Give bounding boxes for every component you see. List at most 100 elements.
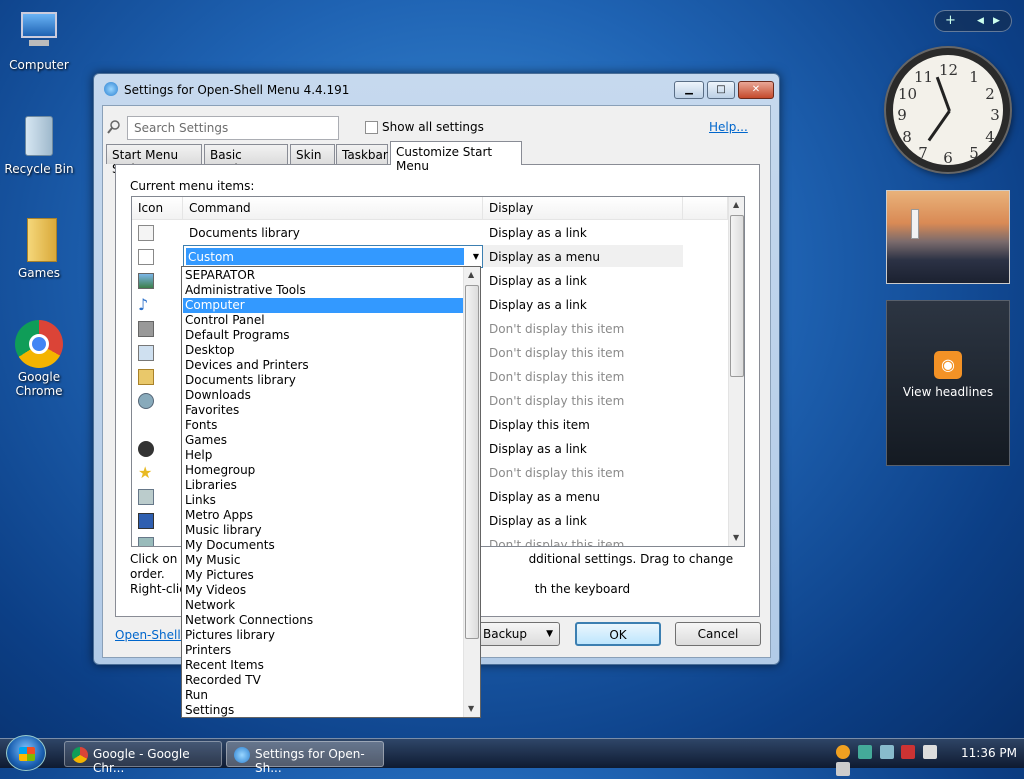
dropdown-option[interactable]: Computer xyxy=(183,298,463,313)
title-bar[interactable]: Settings for Open-Shell Menu 4.4.191 ▁ □… xyxy=(94,74,779,104)
ok-button[interactable]: OK xyxy=(575,622,661,646)
dropdown-option[interactable]: Games xyxy=(183,433,463,448)
search-icon xyxy=(107,120,120,134)
close-button[interactable]: ✕ xyxy=(738,81,774,99)
recycle-bin-icon xyxy=(15,112,63,160)
dropdown-option[interactable]: My Videos xyxy=(183,583,463,598)
dropdown-scroll-down-icon[interactable]: ▼ xyxy=(468,704,474,713)
dropdown-option[interactable]: Administrative Tools xyxy=(183,283,463,298)
action-center-icon[interactable] xyxy=(857,745,872,759)
dropdown-scroll-up-icon[interactable]: ▲ xyxy=(468,270,474,279)
dropdown-option[interactable]: Network Connections xyxy=(183,613,463,628)
slideshow-gadget[interactable] xyxy=(886,190,1010,284)
column-header-display[interactable]: Display xyxy=(483,197,683,220)
dropdown-scrollbar[interactable]: ▲ ▼ xyxy=(463,267,480,717)
dropdown-option[interactable]: Default Programs xyxy=(183,328,463,343)
network-tray-icon[interactable] xyxy=(879,745,894,759)
control-panel-icon xyxy=(138,489,154,505)
tab-skin[interactable]: Skin xyxy=(290,144,335,164)
dropdown-option[interactable]: My Documents xyxy=(183,538,463,553)
clock-number: 7 xyxy=(918,144,928,162)
desktop-icon-games[interactable]: Games xyxy=(3,216,75,280)
search-input[interactable]: Search Settings xyxy=(127,116,339,140)
clock-gadget[interactable]: 12 1 2 3 4 5 6 7 8 9 10 11 xyxy=(886,48,1010,172)
desktop-icon-computer[interactable]: Computer xyxy=(3,8,75,72)
security-tray-icon[interactable] xyxy=(901,745,916,759)
desktop-monitor-icon xyxy=(138,513,154,529)
dropdown-option[interactable]: Metro Apps xyxy=(183,508,463,523)
dropdown-option[interactable]: Pictures library xyxy=(183,628,463,643)
command-dropdown-list[interactable]: ▲ ▼ SEPARATOR Administrative Tools Compute… xyxy=(181,266,481,718)
start-button[interactable] xyxy=(6,735,46,771)
dropdown-option[interactable]: Run xyxy=(183,688,463,703)
search-tray-icon[interactable] xyxy=(836,745,850,759)
tab-basic-settings[interactable]: Basic Settings xyxy=(204,144,288,176)
add-gadget-icon[interactable]: + xyxy=(945,13,956,28)
dropdown-scroll-thumb[interactable] xyxy=(465,285,479,639)
clock-number: 4 xyxy=(985,128,995,146)
dropdown-option[interactable]: Devices and Printers xyxy=(183,358,463,373)
dropdown-option[interactable]: Printers xyxy=(183,643,463,658)
dropdown-option[interactable]: Settings xyxy=(183,703,463,717)
feed-headlines-gadget[interactable]: ◉ View headlines xyxy=(886,300,1010,466)
tab-start-menu-style[interactable]: Start Menu Style xyxy=(106,144,202,176)
dropdown-option[interactable]: Fonts xyxy=(183,418,463,433)
dropdown-option[interactable]: Favorites xyxy=(183,403,463,418)
backup-dropdown-icon: ▼ xyxy=(546,629,553,639)
tab-customize-start-menu[interactable]: Customize Start Menu xyxy=(390,141,522,173)
clock-number: 11 xyxy=(914,68,934,86)
dropdown-option[interactable]: Documents library xyxy=(183,373,463,388)
prev-icon[interactable]: ◀ xyxy=(977,16,984,26)
system-tray[interactable] xyxy=(836,745,956,776)
dropdown-option[interactable]: Music library xyxy=(183,523,463,538)
dropdown-option[interactable]: My Pictures xyxy=(183,568,463,583)
dropdown-option[interactable]: Recent Items xyxy=(183,658,463,673)
dropdown-option[interactable]: My Music xyxy=(183,553,463,568)
show-all-settings-checkbox[interactable] xyxy=(365,121,378,134)
lighthouse-image xyxy=(911,209,919,239)
backup-label: Backup xyxy=(483,627,527,641)
dropdown-option[interactable]: Help xyxy=(183,448,463,463)
task-label: Google - Google Chr... xyxy=(93,747,190,775)
list-item[interactable]: Documents library Display as a link xyxy=(132,221,728,245)
scroll-thumb[interactable] xyxy=(730,215,744,377)
dropdown-option[interactable]: Links xyxy=(183,493,463,508)
dropdown-option[interactable]: Homegroup xyxy=(183,463,463,478)
dropdown-option[interactable]: Recorded TV xyxy=(183,673,463,688)
tab-taskbar[interactable]: Taskbar xyxy=(336,144,388,164)
gadget-toolbar[interactable]: + ◀ ▶ xyxy=(934,10,1012,32)
item-display: Display as a link xyxy=(489,514,587,528)
next-icon[interactable]: ▶ xyxy=(993,16,1000,26)
taskbar-item-chrome[interactable]: Google - Google Chr... xyxy=(64,741,222,775)
command-combo[interactable]: Custom ▼ xyxy=(183,245,483,268)
power-tray-icon[interactable] xyxy=(923,745,938,759)
dropdown-option[interactable]: Downloads xyxy=(183,388,463,403)
item-display: Don't display this item xyxy=(489,538,625,547)
dropdown-option[interactable]: Desktop xyxy=(183,343,463,358)
help-link[interactable]: Help... xyxy=(709,120,748,134)
backup-button[interactable]: Backup ▼ xyxy=(472,622,560,646)
desktop-icon-google-chrome[interactable]: Google Chrome xyxy=(3,320,75,398)
cancel-button[interactable]: Cancel xyxy=(675,622,761,646)
chrome-icon xyxy=(72,747,88,763)
open-shell-icon xyxy=(104,82,118,96)
maximize-button[interactable]: □ xyxy=(707,81,735,99)
scroll-down-arrow-icon[interactable]: ▼ xyxy=(733,533,739,542)
dropdown-option[interactable]: SEPARATOR xyxy=(183,268,463,283)
taskbar-item-settings[interactable]: Settings for Open-Sh... xyxy=(226,741,384,775)
minimize-button[interactable]: ▁ xyxy=(674,81,704,99)
folder-icon xyxy=(15,216,63,264)
list-scrollbar[interactable]: ▲ ▼ xyxy=(728,197,744,546)
column-header-icon[interactable]: Icon xyxy=(132,197,183,220)
scroll-up-arrow-icon[interactable]: ▲ xyxy=(733,200,739,209)
dropdown-option[interactable]: Control Panel xyxy=(183,313,463,328)
music-note-icon: ♪ xyxy=(138,295,149,314)
taskbar-clock[interactable]: 11:36 PM xyxy=(961,746,1017,760)
column-header-command[interactable]: Command xyxy=(183,197,483,220)
show-all-settings-label: Show all settings xyxy=(382,120,484,134)
volume-muted-icon[interactable] xyxy=(836,762,850,776)
dropdown-option[interactable]: Network xyxy=(183,598,463,613)
dropdown-arrow-icon[interactable]: ▼ xyxy=(473,252,479,261)
desktop-icon-recycle-bin[interactable]: Recycle Bin xyxy=(3,112,75,176)
dropdown-option[interactable]: Libraries xyxy=(183,478,463,493)
